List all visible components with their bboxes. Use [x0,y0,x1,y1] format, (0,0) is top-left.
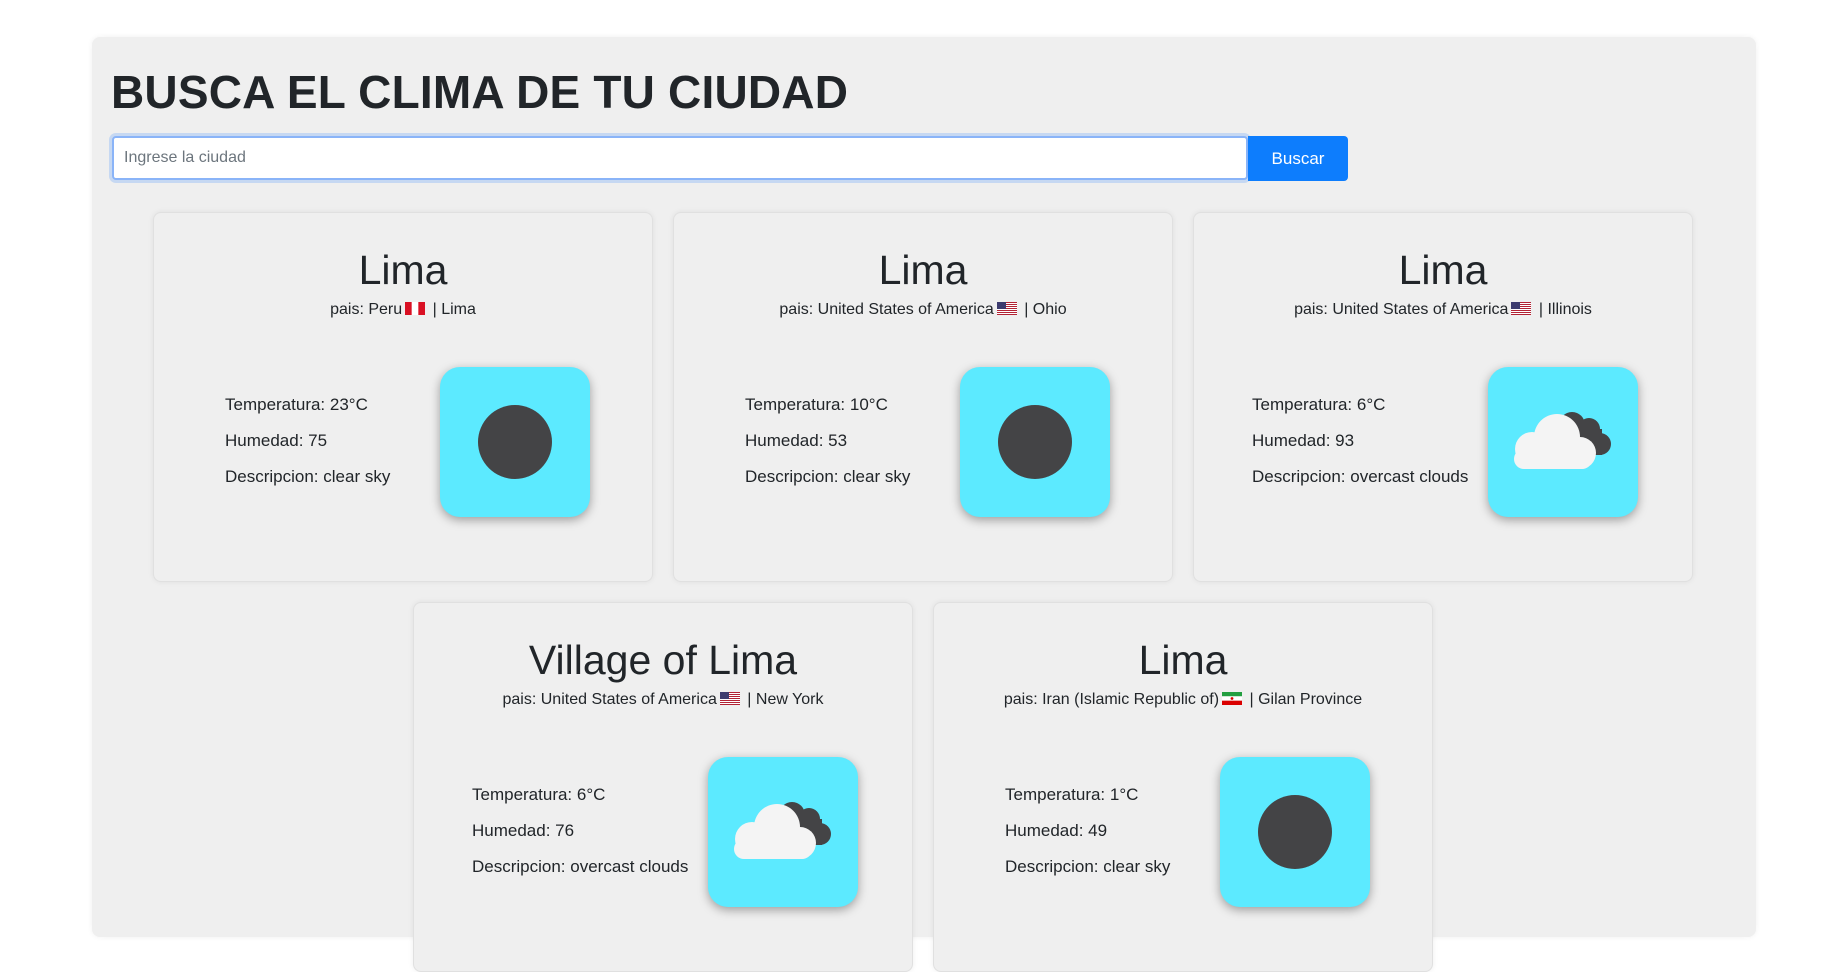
description-value: overcast clouds [1350,467,1469,486]
country-name: Peru [368,301,403,318]
temperature-label: Temperatura: [472,785,577,804]
weather-card: Lima pais: Peru | Lima Temperatura: 23°C… [153,212,653,582]
temperature-value: 1°C [1109,785,1139,804]
description-value: overcast clouds [570,857,689,876]
city-name: Lima [878,247,968,293]
humidity-value: 75 [308,431,328,450]
humidity-value: 49 [1088,821,1108,840]
weather-card: Village of Lima pais: United States of A… [413,602,913,972]
country-name: Iran (Islamic Republic of) [1042,691,1220,708]
humidity-label: Humedad: [225,431,309,450]
humidity-label: Humedad: [1252,431,1336,450]
description-row: Descripcion: clear sky [1005,856,1170,892]
weather-card: Lima pais: Iran (Islamic Republic of) | … [933,602,1433,972]
description-row: Descripcion: overcast clouds [472,856,688,892]
location-line: pais: United States of America | Ohio [674,301,1172,319]
usa-flag-icon [719,692,740,705]
temperature-label: Temperatura: [1252,395,1357,414]
location-line: pais: Iran (Islamic Republic of) | Gilan… [934,691,1432,709]
overcast-clouds-icon [708,757,858,907]
search-button[interactable]: Buscar [1248,136,1348,181]
country-prefix: pais: [779,301,818,318]
clear-sky-icon [1220,757,1370,907]
weather-info: Temperatura: 6°C Humedad: 76 Descripcion… [472,784,688,892]
weather-card: Lima pais: United States of America | Il… [1193,212,1693,582]
location-line: pais: United States of America | Illinoi… [1194,301,1692,319]
description-value: clear sky [843,467,911,486]
country-prefix: pais: [330,301,369,318]
country-prefix: pais: [502,691,541,708]
city-name: Lima [1398,247,1488,293]
overcast-clouds-icon [1488,367,1638,517]
temperature-value: 23°C [329,395,368,414]
separator: | [1245,691,1259,708]
temperature-value: 6°C [576,785,606,804]
usa-flag-icon [996,302,1017,315]
separator: | [742,691,756,708]
weather-app-panel: BUSCA EL CLIMA DE TU CIUDAD Buscar Lima … [92,37,1756,972]
location-line: pais: Peru | Lima [154,301,652,319]
weather-info: Temperatura: 1°C Humedad: 49 Descripcion… [1005,784,1170,892]
location-line: pais: United States of America | New Yor… [414,691,912,709]
city-name: Lima [1138,637,1228,683]
temperature-row: Temperatura: 6°C [472,784,688,820]
temperature-label: Temperatura: [225,395,330,414]
clear-sky-icon [440,367,590,517]
city-search-input[interactable] [112,136,1248,180]
description-row: Descripcion: clear sky [745,466,910,502]
description-label: Descripcion: [225,467,324,486]
country-name: United States of America [540,691,717,708]
humidity-row: Humedad: 53 [745,430,910,466]
separator: | [1019,301,1033,318]
weather-info: Temperatura: 10°C Humedad: 53 Descripcio… [745,394,910,502]
country-prefix: pais: [1003,691,1043,708]
humidity-value: 53 [828,431,848,450]
weather-info: Temperatura: 6°C Humedad: 93 Descripcion… [1252,394,1468,502]
humidity-row: Humedad: 49 [1005,820,1170,856]
usa-flag-icon [1511,302,1532,315]
separator: | [1534,301,1548,318]
weather-card: Lima pais: United States of America | Oh… [673,212,1173,582]
region-name: Lima [441,301,476,318]
peru-flag-icon [405,302,426,315]
description-label: Descripcion: [1005,857,1104,876]
description-label: Descripcion: [472,857,571,876]
humidity-row: Humedad: 75 [225,430,390,466]
humidity-row: Humedad: 93 [1252,430,1468,466]
separator: | [428,301,442,318]
temperature-value: 10°C [849,395,888,414]
city-name: Village of Lima [528,637,798,683]
temperature-value: 6°C [1356,395,1386,414]
description-row: Descripcion: overcast clouds [1252,466,1468,502]
region-name: Gilan Province [1258,691,1363,708]
humidity-row: Humedad: 76 [472,820,688,856]
city-name: Lima [358,247,448,293]
weather-info: Temperatura: 23°C Humedad: 75 Descripcio… [225,394,390,502]
country-name: United States of America [1332,301,1509,318]
country-name: United States of America [817,301,994,318]
humidity-value: 93 [1335,431,1355,450]
description-row: Descripcion: clear sky [225,466,390,502]
humidity-value: 76 [555,821,575,840]
temperature-label: Temperatura: [745,395,850,414]
description-value: clear sky [1103,857,1171,876]
region-name: New York [755,691,824,708]
clear-sky-icon [960,367,1110,517]
description-value: clear sky [323,467,391,486]
temperature-row: Temperatura: 10°C [745,394,910,430]
temperature-label: Temperatura: [1005,785,1110,804]
description-label: Descripcion: [1252,467,1351,486]
temperature-row: Temperatura: 1°C [1005,784,1170,820]
region-name: Ohio [1032,301,1067,318]
humidity-label: Humedad: [745,431,829,450]
country-prefix: pais: [1294,301,1333,318]
humidity-label: Humedad: [1005,821,1089,840]
temperature-row: Temperatura: 6°C [1252,394,1468,430]
region-name: Illinois [1547,301,1592,318]
description-label: Descripcion: [745,467,844,486]
iran-flag-icon [1222,692,1243,705]
temperature-row: Temperatura: 23°C [225,394,390,430]
page-title: BUSCA EL CLIMA DE TU CIUDAD [111,66,849,118]
humidity-label: Humedad: [472,821,556,840]
